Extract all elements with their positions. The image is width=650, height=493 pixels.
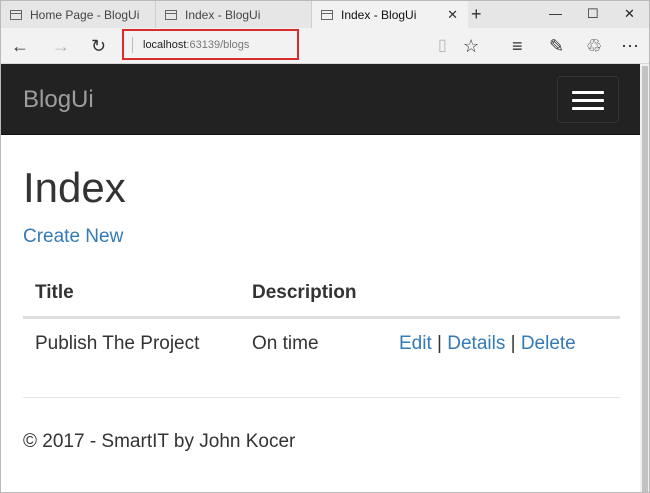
page-icon bbox=[10, 9, 22, 20]
minimize-button[interactable]: — bbox=[549, 5, 562, 23]
tab-home-page[interactable]: Home Page - BlogUi bbox=[1, 1, 156, 28]
site-navbar: BlogUi bbox=[1, 64, 640, 135]
table-row: Publish The Project On time Edit | Detai… bbox=[23, 317, 620, 369]
hamburger-bar bbox=[572, 91, 604, 94]
tab-label: Home Page - BlogUi bbox=[30, 7, 140, 22]
address-text: localhost:63139/blogs bbox=[143, 39, 250, 51]
page-title: Index bbox=[23, 164, 126, 211]
tab-label: Index - BlogUi bbox=[341, 7, 417, 22]
forward-icon[interactable]: → bbox=[52, 36, 70, 56]
cell-title: Publish The Project bbox=[35, 332, 200, 354]
more-icon[interactable]: ⋯ bbox=[621, 36, 639, 56]
edit-link[interactable]: Edit bbox=[399, 333, 432, 354]
address-caret bbox=[132, 37, 133, 53]
footer-text: © 2017 - SmartIT by John Kocer bbox=[23, 431, 296, 452]
brand-link[interactable]: BlogUi bbox=[23, 86, 94, 114]
reading-view-icon[interactable]: ▯ bbox=[438, 36, 447, 56]
column-header-description: Description bbox=[240, 270, 387, 319]
browser-window: Home Page - BlogUi Index - BlogUi Index … bbox=[0, 0, 650, 493]
separator: | bbox=[510, 332, 516, 354]
column-header-title: Title bbox=[23, 270, 240, 319]
page-icon bbox=[321, 9, 333, 20]
close-tab-icon[interactable]: ✕ bbox=[447, 7, 458, 23]
tab-strip: Home Page - BlogUi Index - BlogUi Index … bbox=[1, 1, 649, 28]
share-icon[interactable]: ♲ bbox=[586, 36, 602, 56]
hamburger-bar bbox=[572, 99, 604, 102]
hamburger-bar bbox=[572, 107, 604, 110]
refresh-icon[interactable]: ↻ bbox=[91, 36, 106, 56]
separator: | bbox=[437, 332, 442, 354]
tab-label: Index - BlogUi bbox=[185, 7, 261, 22]
address-bar-row: ← → ↻ localhost:63139/blogs ▯ ☆ ≡ ✎ ♲ ⋯ bbox=[1, 28, 649, 64]
page-scrollbar[interactable] bbox=[640, 64, 649, 492]
table-header-row: Title Description bbox=[23, 270, 620, 319]
blogs-table: Title Description Publish The Project On… bbox=[23, 270, 620, 369]
column-header-actions bbox=[387, 270, 620, 319]
tab-index-1[interactable]: Index - BlogUi bbox=[156, 1, 312, 28]
delete-link[interactable]: Delete bbox=[521, 333, 576, 354]
create-new-link[interactable]: Create New bbox=[23, 226, 123, 248]
scrollbar-thumb[interactable] bbox=[642, 66, 648, 492]
favorite-star-icon[interactable]: ☆ bbox=[463, 36, 479, 56]
close-window-button[interactable]: ✕ bbox=[624, 5, 635, 23]
tab-index-active[interactable]: Index - BlogUi ✕ bbox=[312, 1, 468, 28]
details-link[interactable]: Details bbox=[447, 333, 505, 354]
maximize-button[interactable]: ☐ bbox=[587, 5, 599, 23]
address-field[interactable]: localhost:63139/blogs bbox=[122, 29, 299, 60]
back-icon[interactable]: ← bbox=[11, 36, 29, 56]
hub-icon[interactable]: ≡ bbox=[512, 36, 523, 56]
footer-divider bbox=[23, 397, 620, 398]
menu-toggle-button[interactable] bbox=[557, 76, 619, 123]
cell-actions: Edit | Details | Delete bbox=[387, 317, 620, 369]
page-icon bbox=[165, 9, 177, 20]
cell-description: On time bbox=[252, 332, 319, 354]
web-note-icon[interactable]: ✎ bbox=[549, 36, 564, 56]
new-tab-button[interactable]: + bbox=[471, 4, 482, 24]
